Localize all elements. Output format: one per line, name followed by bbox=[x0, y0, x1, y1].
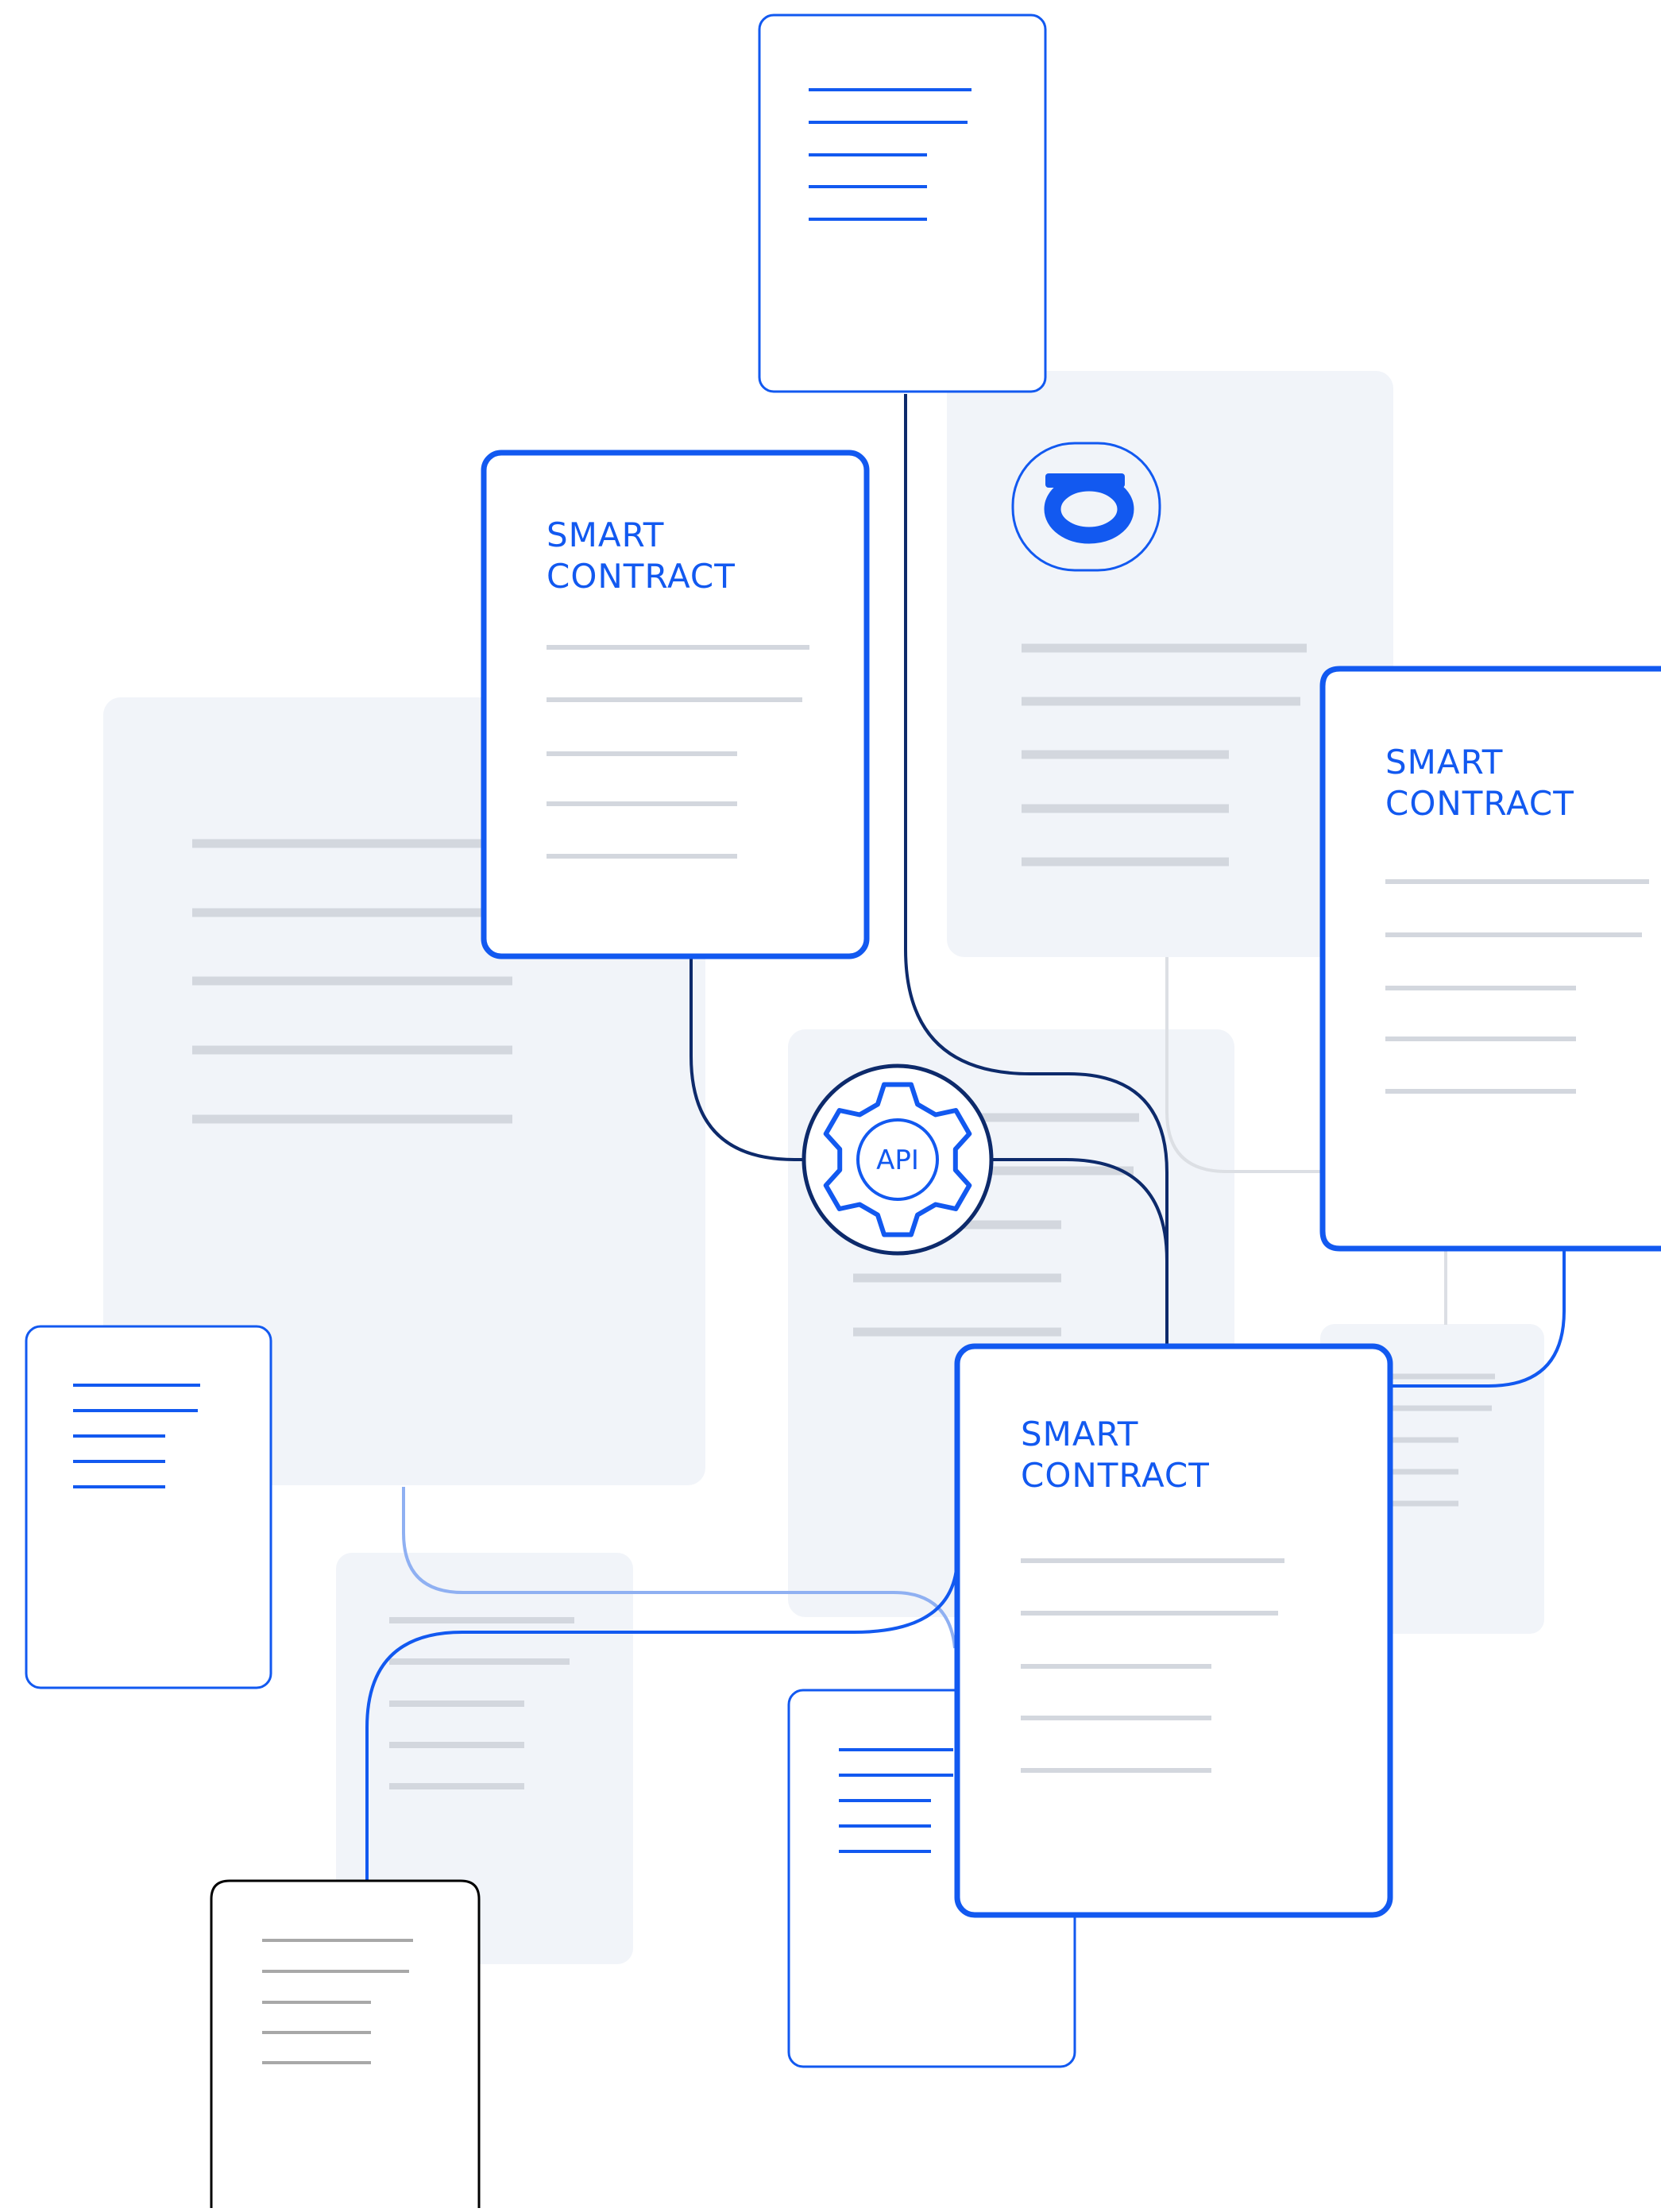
smart-contract-center-title: SMART CONTRACT bbox=[1021, 1414, 1210, 1496]
doc-card-bottom-left bbox=[210, 1879, 481, 2208]
smart-contract-left-title-line1: SMART bbox=[547, 515, 665, 554]
diagram-canvas: API SMART CONTRACT SMART CONTRACT SMART … bbox=[0, 0, 1661, 2208]
smart-contract-right-title: SMART CONTRACT bbox=[1385, 742, 1574, 824]
smart-contract-left-title-line2: CONTRACT bbox=[547, 557, 736, 596]
smart-contract-right-title-line1: SMART bbox=[1385, 743, 1504, 782]
smart-contract-center-title-line2: CONTRACT bbox=[1021, 1456, 1210, 1495]
smart-contract-left-title: SMART CONTRACT bbox=[547, 515, 736, 597]
smart-contract-center-title-line1: SMART bbox=[1021, 1415, 1139, 1453]
doc-card-left bbox=[25, 1325, 272, 1689]
api-node: API bbox=[802, 1064, 994, 1256]
smart-contract-right-title-line2: CONTRACT bbox=[1385, 784, 1574, 823]
diagram-svg: API bbox=[25, 14, 1661, 2208]
doc-card-top bbox=[758, 14, 1047, 393]
api-label: API bbox=[876, 1145, 919, 1176]
